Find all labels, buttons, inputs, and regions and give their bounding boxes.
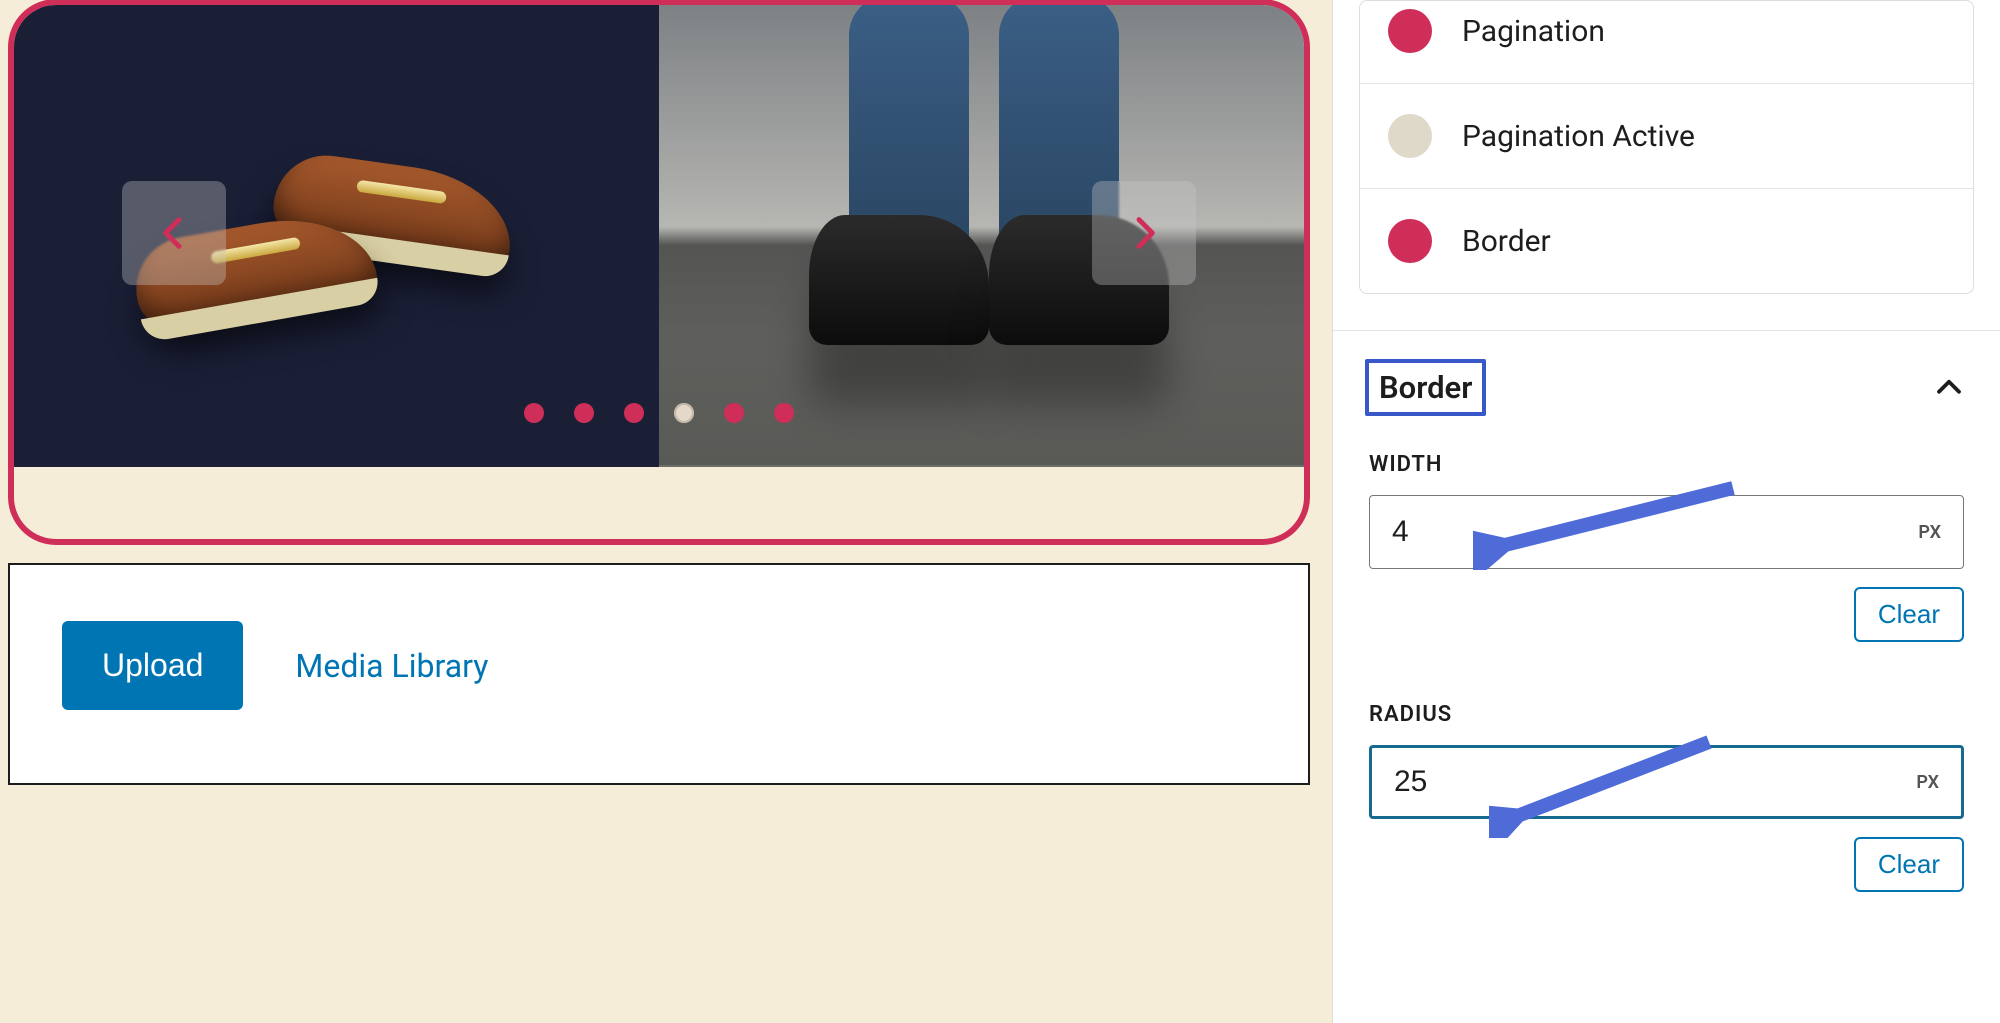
color-settings-list: Pagination Pagination Active Border — [1359, 0, 1974, 294]
color-label: Pagination — [1462, 14, 1605, 49]
section-title: Border — [1365, 359, 1486, 416]
pagination-dot[interactable] — [574, 403, 594, 423]
color-label: Pagination Active — [1462, 119, 1695, 154]
carousel-next-button[interactable] — [1092, 181, 1196, 285]
media-library-link[interactable]: Media Library — [295, 647, 488, 685]
color-label: Border — [1462, 224, 1551, 259]
border-radius-field: RADIUS PX Clear — [1333, 702, 2000, 920]
media-upload-panel: Upload Media Library — [8, 563, 1310, 785]
unit-label: PX — [1916, 772, 1939, 793]
radius-input-row[interactable]: PX — [1369, 745, 1964, 819]
pagination-dot[interactable] — [774, 403, 794, 423]
clear-radius-button[interactable]: Clear — [1854, 837, 1964, 892]
border-section-header[interactable]: Border — [1333, 331, 2000, 452]
field-label: WIDTH — [1369, 452, 1964, 477]
field-label: RADIUS — [1369, 702, 1964, 727]
chevron-up-icon — [1934, 373, 1964, 403]
chevron-left-icon — [154, 213, 194, 253]
color-row[interactable]: Pagination Active — [1360, 83, 1973, 188]
pagination-dot[interactable] — [724, 403, 744, 423]
radius-input[interactable] — [1394, 748, 1916, 816]
editor-canvas: Upload Media Library — [0, 0, 1332, 1023]
pagination-dot[interactable] — [674, 403, 694, 423]
width-input-row[interactable]: PX — [1369, 495, 1964, 569]
carousel-slide — [14, 5, 659, 467]
carousel-pagination — [14, 403, 1304, 423]
color-swatch — [1388, 9, 1432, 53]
inspector-sidebar: Pagination Pagination Active Border Border… — [1332, 0, 2000, 1023]
upload-button[interactable]: Upload — [62, 621, 243, 710]
border-width-field: WIDTH PX Clear — [1333, 452, 2000, 670]
color-swatch — [1388, 219, 1432, 263]
pagination-dot[interactable] — [524, 403, 544, 423]
carousel-block[interactable] — [8, 0, 1310, 545]
chevron-right-icon — [1124, 213, 1164, 253]
color-row[interactable]: Pagination — [1360, 1, 1973, 83]
color-swatch — [1388, 114, 1432, 158]
carousel-prev-button[interactable] — [122, 181, 226, 285]
clear-width-button[interactable]: Clear — [1854, 587, 1964, 642]
color-row[interactable]: Border — [1360, 188, 1973, 293]
width-input[interactable] — [1392, 496, 1918, 568]
carousel-slide — [659, 5, 1304, 467]
unit-label: PX — [1918, 522, 1941, 543]
pagination-dot[interactable] — [624, 403, 644, 423]
